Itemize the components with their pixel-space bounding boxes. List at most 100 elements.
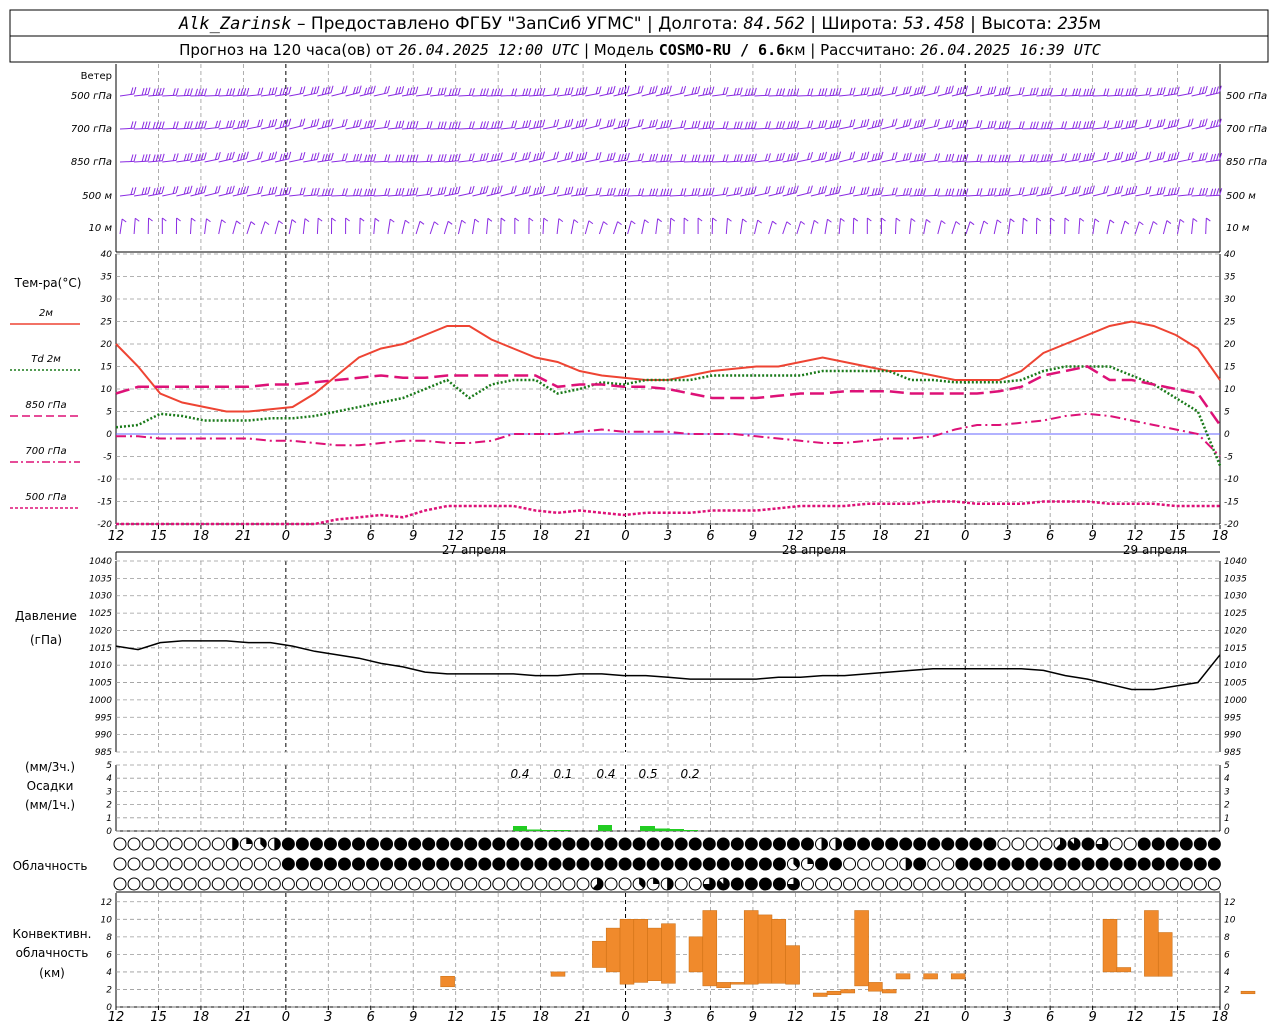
cloud-symbol [211, 857, 225, 871]
wind-barb-flag [1061, 153, 1065, 161]
wind-barb-flag [373, 188, 377, 196]
pres-ytick-left: 1020 [89, 626, 112, 636]
wind-barb [1064, 159, 1079, 163]
wind-barb-flag [1004, 187, 1008, 196]
temp-ytick-right: 0 [1224, 430, 1230, 440]
wind-barb-flag [1044, 121, 1047, 129]
wind-barb-flag [764, 153, 768, 161]
wind-barb-flag [483, 88, 486, 96]
wind-barb-flag [1117, 186, 1121, 194]
wind-barb [839, 125, 853, 130]
wind-barb-flag [824, 185, 827, 193]
wind-barb-flag [790, 121, 794, 129]
wind-barb-flag [245, 151, 249, 159]
wind-barb-flag [316, 118, 320, 126]
wind-barb [430, 127, 445, 130]
wind-barb-flag [668, 85, 672, 93]
wind-barb [937, 92, 952, 97]
wind-barb-flag [1134, 185, 1138, 194]
wind-barb-flag [1106, 120, 1110, 128]
wind-barb-flag [245, 185, 249, 194]
wind-barb-flag [626, 118, 630, 126]
precip-amount-label: 0.4 [596, 767, 615, 781]
cloud-fill [520, 838, 533, 850]
wind-barb-flag [321, 120, 325, 128]
wind-barb-flag [553, 152, 557, 160]
wind-barb-flag [1064, 88, 1068, 96]
wind-barb [430, 193, 445, 197]
conv-ytick-left: 8 [106, 933, 112, 943]
wind-barb-flag [733, 121, 737, 129]
wind-barb-flag [321, 154, 325, 162]
wind-barb-flag [1001, 121, 1005, 129]
wind-barb-flag [860, 152, 864, 161]
wind-barb [190, 218, 192, 235]
wind-barb [951, 160, 966, 163]
wind-barb-flag [702, 121, 706, 129]
wind-barb [571, 193, 586, 197]
wind-barb-flag [240, 88, 244, 96]
cloud-symbol [955, 877, 969, 891]
wind-barb-flag [894, 86, 898, 94]
wind-barb-flag [711, 120, 715, 129]
wind-barb-flag [133, 86, 137, 95]
temp-legend-label: Td 2м [31, 354, 61, 365]
wind-barb [275, 93, 290, 97]
wind-barb-flag [1083, 187, 1087, 195]
wind-barb [571, 158, 585, 163]
wind-barb [669, 92, 684, 97]
wind-barb-flag [1007, 86, 1011, 94]
cloud-symbol [899, 877, 913, 891]
wind-barb [782, 221, 788, 235]
wind-barb-flag [838, 185, 842, 194]
wind-barb-flag [916, 120, 920, 128]
wind-barb-flag [660, 121, 664, 129]
cloud-title: Облачность [13, 859, 88, 873]
wind-barb-flag [282, 119, 286, 128]
wind-barb-flag [951, 153, 955, 161]
cloud-symbol [450, 877, 464, 891]
wind-barb-flag [186, 88, 190, 96]
cloud-symbol [941, 857, 955, 871]
wind-barb [1205, 218, 1207, 235]
wind-barb-flag [496, 152, 500, 161]
wind-barb-flag [955, 221, 961, 225]
wind-barb-flag [1192, 218, 1198, 222]
wind-barb-flag [186, 153, 190, 161]
wind-barb-flag [299, 119, 303, 127]
wind-barb-flag [404, 219, 410, 224]
wind-barb-flag [1159, 152, 1163, 160]
wind-barb-flag [640, 85, 644, 93]
temp-xtick-label: 6 [706, 529, 714, 544]
wind-barb-flag [866, 87, 870, 95]
wind-barb [909, 194, 924, 197]
wind-barb-flag [1021, 187, 1025, 195]
wind-barb [852, 218, 855, 235]
cloud-symbol [183, 857, 197, 871]
wind-barb-flag [835, 152, 839, 160]
wind-barb-flag [158, 186, 162, 195]
cloud-symbol [534, 877, 548, 891]
wind-barb-flag [218, 88, 222, 96]
wind-barb-flag [487, 217, 493, 222]
wind-barb-flag [1078, 121, 1082, 129]
pres-ytick-right: 1030 [1224, 592, 1247, 602]
cloud-fill [703, 858, 716, 870]
wind-barb-flag [384, 154, 388, 162]
wind-barb-flag [389, 218, 395, 223]
wind-barb-flag [288, 118, 292, 126]
wind-barb-flag [810, 120, 814, 128]
wind-barb-flag [934, 153, 938, 161]
wind-barb [782, 127, 797, 130]
wind-barb-flag [573, 219, 579, 223]
wind-barb [444, 160, 459, 163]
wind-barb-flag [744, 154, 748, 162]
wind-barb-flag [279, 120, 283, 128]
wind-barb-flag [908, 85, 912, 94]
conv-xtick-label: 3 [664, 1010, 672, 1024]
wind-barb-flag [511, 88, 515, 96]
cloud-fill [983, 838, 996, 850]
wind-barb [1205, 92, 1220, 97]
precip-bar [527, 829, 542, 831]
wind-barb-flag [451, 187, 455, 195]
